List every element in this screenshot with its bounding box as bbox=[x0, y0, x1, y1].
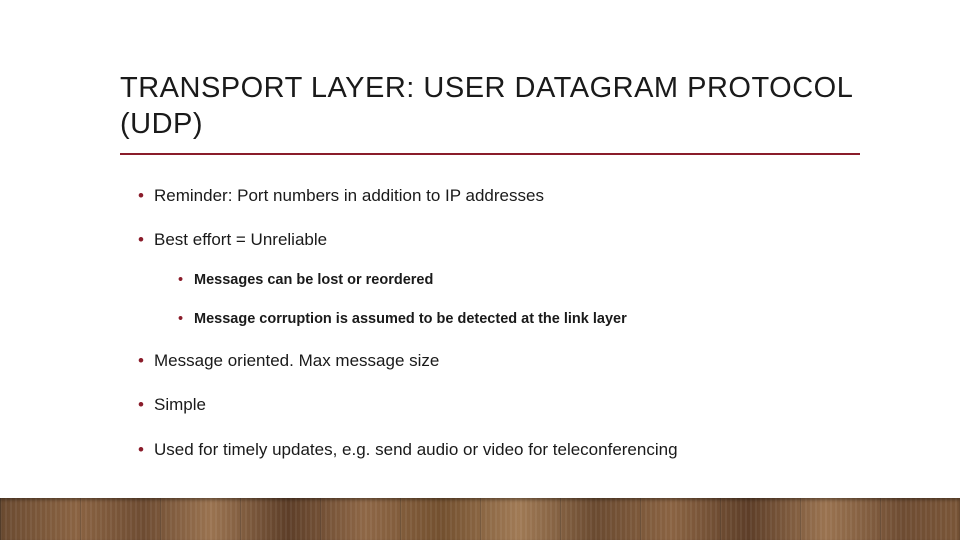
bullet-text: Simple bbox=[154, 395, 206, 414]
bullet-text: Message oriented. Max message size bbox=[154, 351, 439, 370]
wood-floor-decoration bbox=[0, 498, 960, 540]
list-item: Reminder: Port numbers in addition to IP… bbox=[138, 185, 860, 207]
list-item: Simple bbox=[138, 394, 860, 416]
bullet-text: Messages can be lost or reordered bbox=[194, 272, 433, 288]
list-item: Best effort = Unreliable Messages can be… bbox=[138, 229, 860, 329]
bullet-text: Message corruption is assumed to be dete… bbox=[194, 311, 627, 327]
sub-bullet-list: Messages can be lost or reordered Messag… bbox=[154, 271, 860, 329]
list-item: Message oriented. Max message size bbox=[138, 350, 860, 372]
bullet-list: Reminder: Port numbers in addition to IP… bbox=[120, 185, 860, 461]
bullet-text: Best effort = Unreliable bbox=[154, 230, 327, 249]
list-item: Message corruption is assumed to be dete… bbox=[178, 310, 860, 329]
bullet-text: Reminder: Port numbers in addition to IP… bbox=[154, 186, 544, 205]
slide-title: TRANSPORT LAYER: USER DATAGRAM PROTOCOL … bbox=[120, 70, 860, 155]
slide-content: TRANSPORT LAYER: USER DATAGRAM PROTOCOL … bbox=[0, 0, 960, 461]
list-item: Messages can be lost or reordered bbox=[178, 271, 860, 290]
bullet-text: Used for timely updates, e.g. send audio… bbox=[154, 440, 678, 459]
list-item: Used for timely updates, e.g. send audio… bbox=[138, 439, 860, 461]
